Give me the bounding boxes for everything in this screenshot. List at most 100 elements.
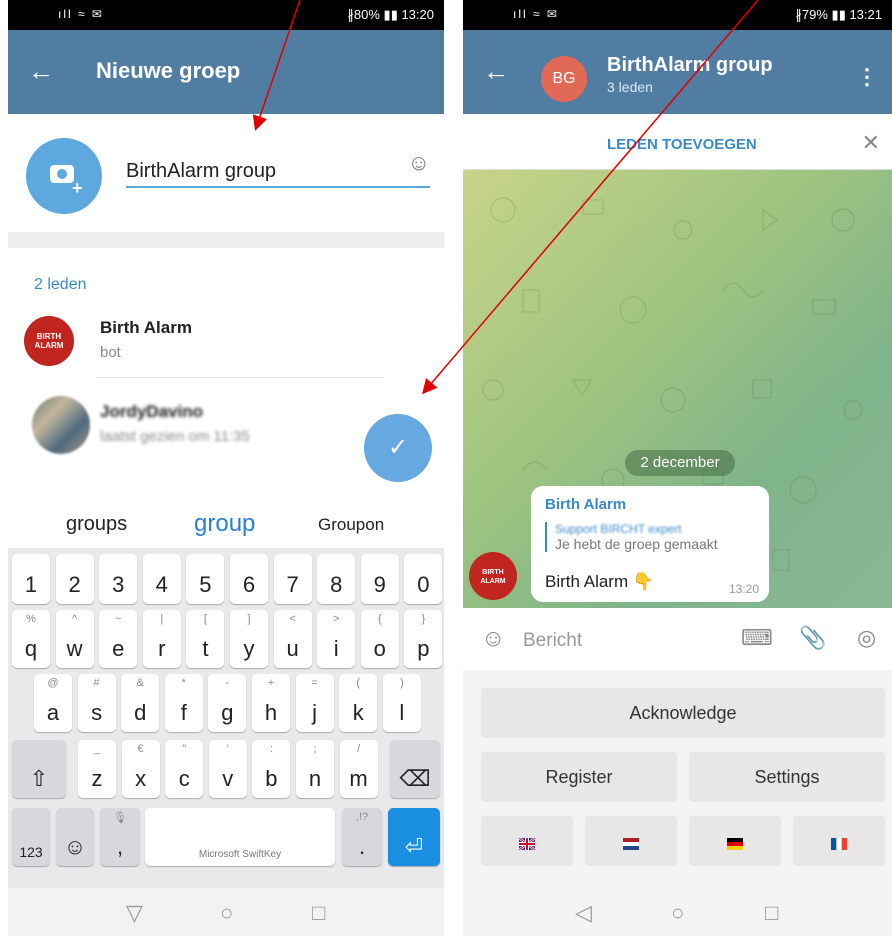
camera-icon[interactable]: ◎	[857, 625, 876, 651]
key-a[interactable]: @ a	[34, 674, 72, 732]
backspace-key[interactable]: ⌫	[390, 740, 440, 798]
message-bubble[interactable]: Birth Alarm Support BIRCHT expert Je heb…	[531, 486, 769, 602]
emoji-icon[interactable]: ☺	[408, 150, 430, 176]
key-label: g	[221, 700, 234, 725]
key-label: ⇧	[29, 766, 49, 791]
message-input[interactable]: Bericht	[523, 630, 582, 652]
key-alt-label: 🎙	[113, 812, 127, 824]
key-label: 5	[199, 572, 212, 597]
key-n[interactable]: ; n	[296, 740, 334, 798]
reply-title: Support BIRCHT expert	[555, 522, 682, 536]
key-m[interactable]: / m	[339, 740, 378, 798]
key-x[interactable]: € x	[121, 740, 160, 798]
settings-button[interactable]: Settings	[689, 752, 885, 802]
emoji-icon[interactable]: ☺	[481, 625, 506, 653]
key-alt-label: ]	[247, 613, 251, 625]
key-w[interactable]: ^ w	[55, 610, 94, 668]
key-label: 1	[24, 572, 38, 597]
key-label: s	[91, 700, 103, 725]
add-members-bar: LEDEN TOEVOEGEN ✕	[463, 114, 892, 170]
key-alt-label: >	[332, 613, 340, 625]
comma-key[interactable]: 🎙,	[100, 808, 140, 866]
suggestion-3[interactable]: Groupon	[318, 515, 384, 535]
shift-key[interactable]: ⇧	[12, 740, 66, 798]
english-language-button[interactable]	[481, 816, 573, 866]
key-k[interactable]: (k	[339, 674, 378, 732]
confirm-fab-button[interactable]: ✓	[364, 414, 432, 482]
key-7[interactable]: 7	[273, 554, 312, 604]
key-z[interactable]: _ z	[78, 740, 116, 798]
dutch-language-button[interactable]	[585, 816, 677, 866]
back-nav-icon[interactable]: ◁	[575, 900, 592, 926]
key-g[interactable]: -g	[208, 674, 247, 732]
key-y[interactable]: ] y	[230, 610, 268, 668]
key-j[interactable]: = j	[295, 674, 334, 732]
key-label: t	[202, 636, 209, 661]
back-arrow-icon[interactable]: ←	[28, 56, 54, 87]
numbers-key[interactable]: 123	[12, 808, 50, 866]
space-key[interactable]: Microsoft SwiftKey	[145, 808, 335, 866]
set-group-photo-button[interactable]: +	[26, 138, 102, 214]
key-s[interactable]: # s	[77, 674, 116, 732]
acknowledge-button[interactable]: Acknowledge	[481, 688, 885, 738]
key-alt-label: +	[267, 677, 275, 689]
recents-nav-icon[interactable]: □	[765, 900, 778, 926]
key-label: x	[135, 766, 147, 791]
birth-alarm-avatar[interactable]: BIRTH ALARM	[469, 552, 517, 600]
key-3[interactable]: 3	[99, 554, 138, 604]
key-q[interactable]: % q	[12, 610, 50, 668]
add-members-button[interactable]: LEDEN TOEVOEGEN	[607, 136, 757, 153]
nav-bar: ◁ ○ □	[463, 888, 892, 936]
key-d[interactable]: & d	[121, 674, 160, 732]
key-0[interactable]: 0	[404, 554, 443, 604]
key-h[interactable]: + h	[252, 674, 290, 732]
emoji-key[interactable]: ☺	[56, 808, 94, 866]
enter-key[interactable]: ⏎	[388, 808, 440, 866]
group-avatar[interactable]: BG	[541, 56, 587, 102]
key-o[interactable]: {o	[360, 610, 399, 668]
key-9[interactable]: 9	[360, 554, 399, 604]
key-r[interactable]: | r	[142, 610, 181, 668]
bot-keyboard-icon[interactable]: ⌨	[741, 625, 773, 651]
french-language-button[interactable]	[793, 816, 885, 866]
key-5[interactable]: 5	[186, 554, 225, 604]
key-t[interactable]: [t	[186, 610, 225, 668]
key-8[interactable]: 8	[317, 554, 356, 604]
reply-quote[interactable]: Support BIRCHT expert Je hebt de groep g…	[545, 522, 755, 552]
key-v[interactable]: ' v	[208, 740, 247, 798]
key-4[interactable]: 4	[142, 554, 181, 604]
key-i[interactable]: > i	[317, 610, 356, 668]
key-6[interactable]: 6	[230, 554, 268, 604]
suggestion-2[interactable]: group	[194, 510, 255, 538]
message-author: Birth Alarm	[545, 496, 627, 513]
key-1[interactable]: 1	[12, 554, 50, 604]
register-button[interactable]: Register	[481, 752, 677, 802]
key-u[interactable]: < u	[273, 610, 312, 668]
home-nav-icon[interactable]: ○	[220, 900, 233, 926]
attach-icon[interactable]: 📎	[799, 625, 826, 651]
chat-title[interactable]: BirthAlarm group	[607, 54, 773, 77]
key-l[interactable]: ) l	[382, 674, 421, 732]
key-label: 9	[373, 572, 386, 597]
members-count-label: 2 leden	[34, 276, 87, 293]
key-label: r	[158, 636, 166, 661]
key-p[interactable]: } p	[404, 610, 443, 668]
recents-nav-icon[interactable]: □	[312, 900, 325, 926]
back-nav-icon[interactable]: ▽	[126, 900, 143, 926]
key-b[interactable]: :b	[252, 740, 291, 798]
key-f[interactable]: * f	[164, 674, 203, 732]
german-language-button[interactable]	[689, 816, 781, 866]
home-nav-icon[interactable]: ○	[671, 900, 684, 926]
period-key[interactable]: ,!?.	[342, 808, 382, 866]
bot-keyboard: Acknowledge Register Settings	[463, 670, 892, 888]
key-2[interactable]: 2	[55, 554, 94, 604]
suggestion-1[interactable]: groups	[66, 513, 127, 536]
member-row[interactable]: BIRTH ALARM Birth Alarm bot	[8, 308, 444, 378]
key-c[interactable]: " c	[165, 740, 204, 798]
key-alt-label: {	[377, 613, 382, 625]
back-arrow-icon[interactable]: ←	[483, 56, 509, 87]
key-e[interactable]: ~ e	[99, 610, 138, 668]
more-menu-icon[interactable]: ⋮	[856, 64, 878, 90]
group-name-input[interactable]: BirthAlarm group	[126, 160, 430, 188]
close-icon[interactable]: ✕	[862, 130, 880, 156]
